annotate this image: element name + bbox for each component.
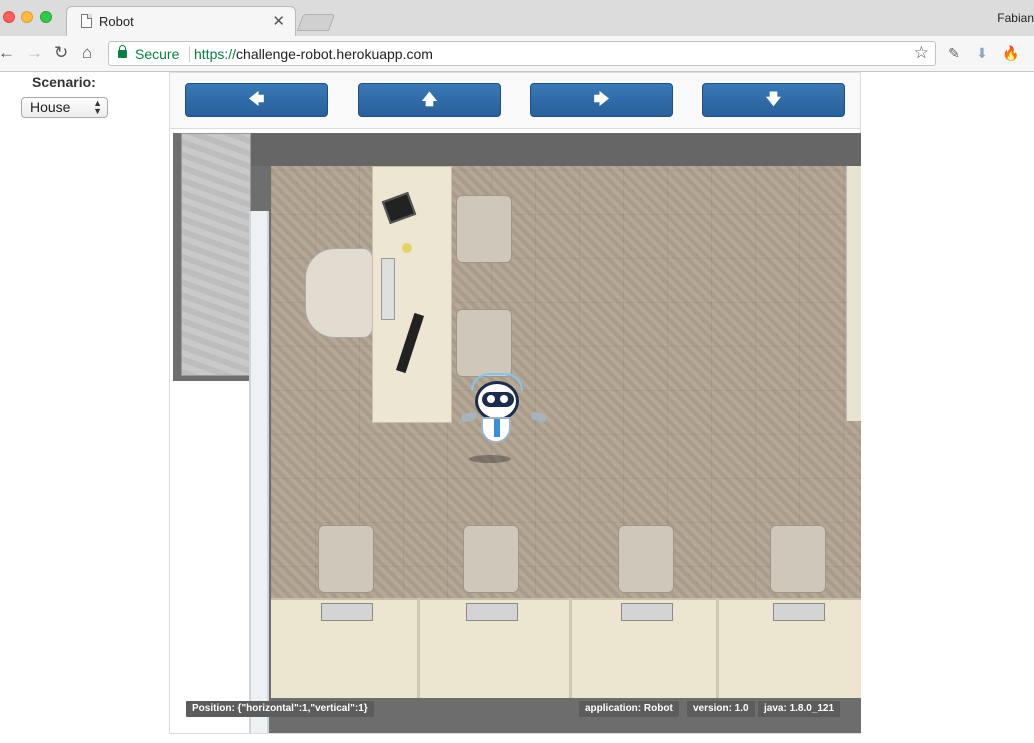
address-bar[interactable]: Secure https://challenge-robot.herokuapp… — [108, 41, 936, 66]
arrow-right-icon: 🡆 — [593, 91, 610, 108]
java-badge: java: 1.8.0_121 — [758, 701, 841, 717]
robot-avatar — [455, 371, 555, 471]
workstation-keyboard — [773, 603, 825, 621]
workbench-divider — [569, 598, 572, 698]
url-scheme: https:// — [194, 46, 237, 62]
tab-robot[interactable]: Robot ✕ — [66, 6, 296, 36]
desk-keyboard — [381, 258, 395, 320]
tab-close-icon[interactable]: ✕ — [272, 12, 285, 30]
tab-title: Robot — [99, 14, 134, 29]
robot-panel: 🡄 🡅 🡆 🡇 Position: {"horizontal":1,"verti… — [169, 72, 861, 734]
robot-shadow — [469, 455, 511, 463]
forward-icon[interactable]: → — [26, 44, 43, 62]
address-separator — [189, 46, 190, 62]
workstation-chair — [318, 525, 374, 593]
workbench-divider — [417, 598, 420, 698]
move-up-button[interactable]: 🡅 — [358, 83, 501, 117]
select-arrows-icon: ▲ ▼ — [93, 98, 102, 116]
new-tab-button[interactable] — [296, 14, 336, 31]
scenario-select[interactable]: House ▲ ▼ — [21, 97, 108, 118]
workstation-keyboard — [466, 603, 518, 621]
move-right-button[interactable]: 🡆 — [530, 83, 673, 117]
maximize-window-button[interactable] — [40, 11, 52, 23]
top-wall — [251, 133, 861, 166]
arrow-up-icon: 🡅 — [421, 91, 438, 108]
workstation-chair — [463, 525, 519, 593]
workbench-divider — [716, 598, 719, 698]
robot-eye — [500, 395, 508, 403]
scenario-label: Scenario: — [32, 74, 96, 90]
back-icon[interactable]: ← — [0, 44, 15, 62]
download-icon[interactable]: ⬇ — [974, 45, 990, 61]
workstation-keyboard — [321, 603, 373, 621]
glass-wall — [249, 211, 269, 733]
scenario-selected-value: House — [30, 99, 71, 115]
move-left-button[interactable]: 🡄 — [185, 83, 328, 117]
url-text[interactable]: https://challenge-robot.herokuapp.com — [194, 46, 433, 62]
reload-icon[interactable]: ↻ — [54, 44, 68, 62]
floor-plan-map: Position: {"horizontal":1,"vertical":1} … — [173, 133, 861, 733]
browser-toolbar: ← → ↻ ⌂ Secure https://challenge-robot.h… — [0, 36, 1034, 72]
move-down-button[interactable]: 🡇 — [702, 83, 845, 117]
application-badge: application: Robot — [579, 701, 679, 717]
balcony-floor — [181, 133, 251, 376]
bookmark-star-icon[interactable]: ☆ — [914, 43, 929, 63]
workstation-chair — [770, 525, 826, 593]
profile-name[interactable]: Fabian — [997, 11, 1034, 25]
robot-eye — [487, 395, 495, 403]
executive-chair — [305, 248, 373, 338]
url-host: challenge-robot.herokuapp.com — [236, 46, 433, 62]
lock-icon — [118, 45, 127, 58]
browser-chrome: Robot ✕ Fabian ← → ↻ ⌂ Secure https://ch… — [0, 0, 1034, 72]
arrow-left-icon: 🡄 — [248, 91, 265, 108]
eyedropper-icon[interactable]: ✎ — [946, 45, 962, 61]
guest-chair — [456, 195, 512, 263]
minimize-window-button[interactable] — [21, 11, 33, 23]
arrow-down-icon: 🡇 — [765, 91, 782, 108]
robot-arm-left — [460, 411, 478, 423]
page-icon — [81, 14, 92, 28]
desk-lamp — [402, 243, 412, 253]
version-badge: version: 1.0 — [687, 701, 755, 717]
tab-strip: Robot ✕ Fabian — [0, 0, 1034, 36]
workstation-chair — [618, 525, 674, 593]
home-icon[interactable]: ⌂ — [82, 44, 92, 62]
guest-chair — [456, 309, 512, 377]
close-window-button[interactable] — [3, 11, 15, 23]
position-badge: Position: {"horizontal":1,"vertical":1} — [186, 701, 374, 717]
direction-controls: 🡄 🡅 🡆 🡇 — [170, 73, 860, 129]
robot-tie — [494, 419, 500, 437]
workstation-keyboard — [621, 603, 673, 621]
secure-label: Secure — [135, 46, 180, 62]
fire-extension-icon[interactable]: 🔥 — [1002, 45, 1019, 61]
right-shelf — [846, 166, 861, 421]
robot-arm-right — [530, 411, 548, 423]
